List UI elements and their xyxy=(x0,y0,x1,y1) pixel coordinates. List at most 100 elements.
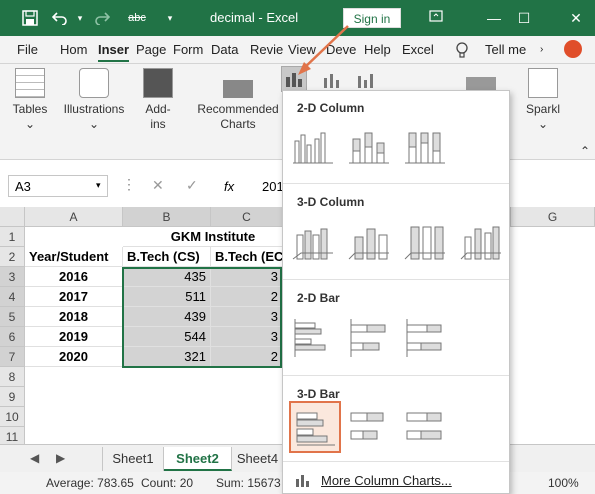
row-header-8[interactable]: 8 xyxy=(0,367,25,387)
row-header-1[interactable]: 1 xyxy=(0,227,25,247)
clustered-bar-icon[interactable] xyxy=(291,317,335,361)
feedback-smiley-icon[interactable] xyxy=(564,40,582,58)
ribbon-tabs: File Hom Inser Page Form Data Revie View… xyxy=(0,36,595,64)
tab-insert[interactable]: Inser xyxy=(98,42,130,62)
name-box[interactable]: A3 xyxy=(8,175,108,197)
year-cell[interactable]: 2017 xyxy=(25,287,123,307)
chevron-down-icon[interactable]: ▾ xyxy=(96,180,101,191)
100-stacked-column-icon[interactable] xyxy=(403,127,447,171)
sheet-tab-sheet2[interactable]: Sheet2 xyxy=(164,447,232,471)
select-all-corner[interactable] xyxy=(0,207,25,227)
statistic-chart-icon xyxy=(358,74,373,88)
ribbon-collapse-icon[interactable]: ⌃ xyxy=(576,144,594,158)
year-cell[interactable]: 2016 xyxy=(25,267,123,287)
3d-clustered-bar-icon[interactable] xyxy=(289,401,341,453)
sheet-tab-sheet4[interactable]: Sheet4 xyxy=(232,447,284,471)
column-header-g[interactable]: G xyxy=(511,207,595,227)
year-cell[interactable]: 2019 xyxy=(25,327,123,347)
row-header-5[interactable]: 5 xyxy=(0,307,25,327)
3d-100-stacked-bar-icon[interactable] xyxy=(403,405,447,449)
column-header-a[interactable]: A xyxy=(25,207,123,227)
tab-formulas[interactable]: Form xyxy=(173,42,203,57)
row-header-7[interactable]: 7 xyxy=(0,347,25,367)
tabs-scroll-right-icon[interactable]: › xyxy=(540,44,543,55)
row-header-9[interactable]: 9 xyxy=(0,387,25,407)
undo-icon[interactable] xyxy=(50,8,70,28)
3d-100-stacked-column-icon[interactable] xyxy=(403,221,447,265)
row-header-6[interactable]: 6 xyxy=(0,327,25,347)
tab-review[interactable]: Revie xyxy=(250,42,283,57)
status-average: Average: 783.65 xyxy=(46,476,134,490)
recommended-label-2: Charts xyxy=(220,117,256,131)
row-header-3[interactable]: 3 xyxy=(0,267,25,287)
header-btech-ec[interactable]: B.Tech (EC) xyxy=(211,247,283,267)
sheet-title-cell[interactable]: GKM Institute xyxy=(123,227,303,247)
tab-developer[interactable]: Deve xyxy=(326,42,356,57)
title-bar: ▾ abc ▾ decimal - Excel Sign in — ☐ ✕ xyxy=(0,0,595,36)
year-cell[interactable]: 2018 xyxy=(25,307,123,327)
illustrations-group[interactable]: Illustrations ⌄ xyxy=(60,68,128,132)
separator xyxy=(283,183,509,184)
more-column-charts-link[interactable]: More Column Charts... xyxy=(321,473,452,488)
prev-sheet-icon[interactable]: ◀ xyxy=(30,451,39,465)
next-sheet-icon[interactable]: ▶ xyxy=(56,451,65,465)
undo-dropdown-icon[interactable]: ▾ xyxy=(70,8,90,28)
insert-column-chart-button[interactable] xyxy=(281,66,307,92)
column-header-c[interactable]: C xyxy=(211,207,283,227)
formula-options-icon[interactable]: ⋮ xyxy=(122,176,136,193)
separator xyxy=(283,279,509,280)
3d-clustered-column-icon[interactable] xyxy=(291,221,335,265)
row-header-10[interactable]: 10 xyxy=(0,407,25,427)
sparklines-group[interactable]: Sparkl ⌄ xyxy=(518,68,568,132)
tab-view[interactable]: View xyxy=(288,42,316,57)
save-icon[interactable] xyxy=(20,8,40,28)
sign-in-button[interactable]: Sign in xyxy=(343,8,401,28)
recommended-charts-group[interactable]: Recommended Charts xyxy=(193,68,283,132)
row-header-2[interactable]: 2 xyxy=(0,247,25,267)
spelling-button[interactable]: abc xyxy=(122,8,152,28)
tab-data[interactable]: Data xyxy=(211,42,238,57)
addins-group[interactable]: Add- ins xyxy=(138,68,178,132)
header-btech-cs[interactable]: B.Tech (CS) xyxy=(123,247,211,267)
addins-label-2: ins xyxy=(150,117,166,131)
redo-icon[interactable] xyxy=(92,8,112,28)
year-cell[interactable]: 2020 xyxy=(25,347,123,367)
enter-icon[interactable]: ✓ xyxy=(186,177,198,194)
addins-label-1: Add- xyxy=(145,102,171,116)
zoom-level[interactable]: 100% xyxy=(548,476,579,490)
chevron-down-icon: ⌄ xyxy=(537,117,549,131)
chevron-down-icon: ⌄ xyxy=(24,117,36,131)
cancel-icon[interactable]: ✕ xyxy=(152,177,164,194)
3d-stacked-bar-icon[interactable] xyxy=(347,405,391,449)
stacked-bar-icon[interactable] xyxy=(347,317,391,361)
qat-customize-icon[interactable]: ▾ xyxy=(160,8,180,28)
100-stacked-bar-icon[interactable] xyxy=(403,317,447,361)
insert-function-icon[interactable]: fx xyxy=(224,179,234,194)
header-year-student[interactable]: Year/Student xyxy=(25,247,123,267)
close-icon[interactable]: ✕ xyxy=(564,6,588,30)
stacked-column-icon[interactable] xyxy=(347,127,391,171)
ribbon-display-icon[interactable] xyxy=(424,6,448,30)
row-header-4[interactable]: 4 xyxy=(0,287,25,307)
tab-help[interactable]: Help xyxy=(364,42,391,57)
clustered-column-icon[interactable] xyxy=(291,127,335,171)
3d-stacked-column-icon[interactable] xyxy=(347,221,391,265)
3d-column-icon[interactable] xyxy=(459,221,503,265)
section-2d-column: 2-D Column xyxy=(297,101,365,115)
chevron-down-icon: ⌄ xyxy=(88,117,100,131)
formula-input[interactable]: 201 xyxy=(262,179,284,194)
tab-excel[interactable]: Excel xyxy=(402,42,434,57)
sheet-tab-sheet1[interactable]: Sheet1 xyxy=(102,447,164,471)
tab-home[interactable]: Hom xyxy=(60,42,87,57)
tab-file[interactable]: File xyxy=(17,42,38,57)
sparklines-label: Sparkl xyxy=(525,102,560,116)
tell-me-search[interactable]: Tell me xyxy=(485,42,526,57)
minimize-icon[interactable]: — xyxy=(482,6,506,30)
separator xyxy=(283,375,509,376)
tables-group[interactable]: Tables ⌄ xyxy=(10,68,50,132)
maximize-icon[interactable]: ☐ xyxy=(512,6,536,30)
addins-icon xyxy=(143,68,173,98)
column-header-b[interactable]: B xyxy=(123,207,211,227)
tab-page-layout[interactable]: Page xyxy=(136,42,166,57)
sparkline-icon xyxy=(528,68,558,98)
